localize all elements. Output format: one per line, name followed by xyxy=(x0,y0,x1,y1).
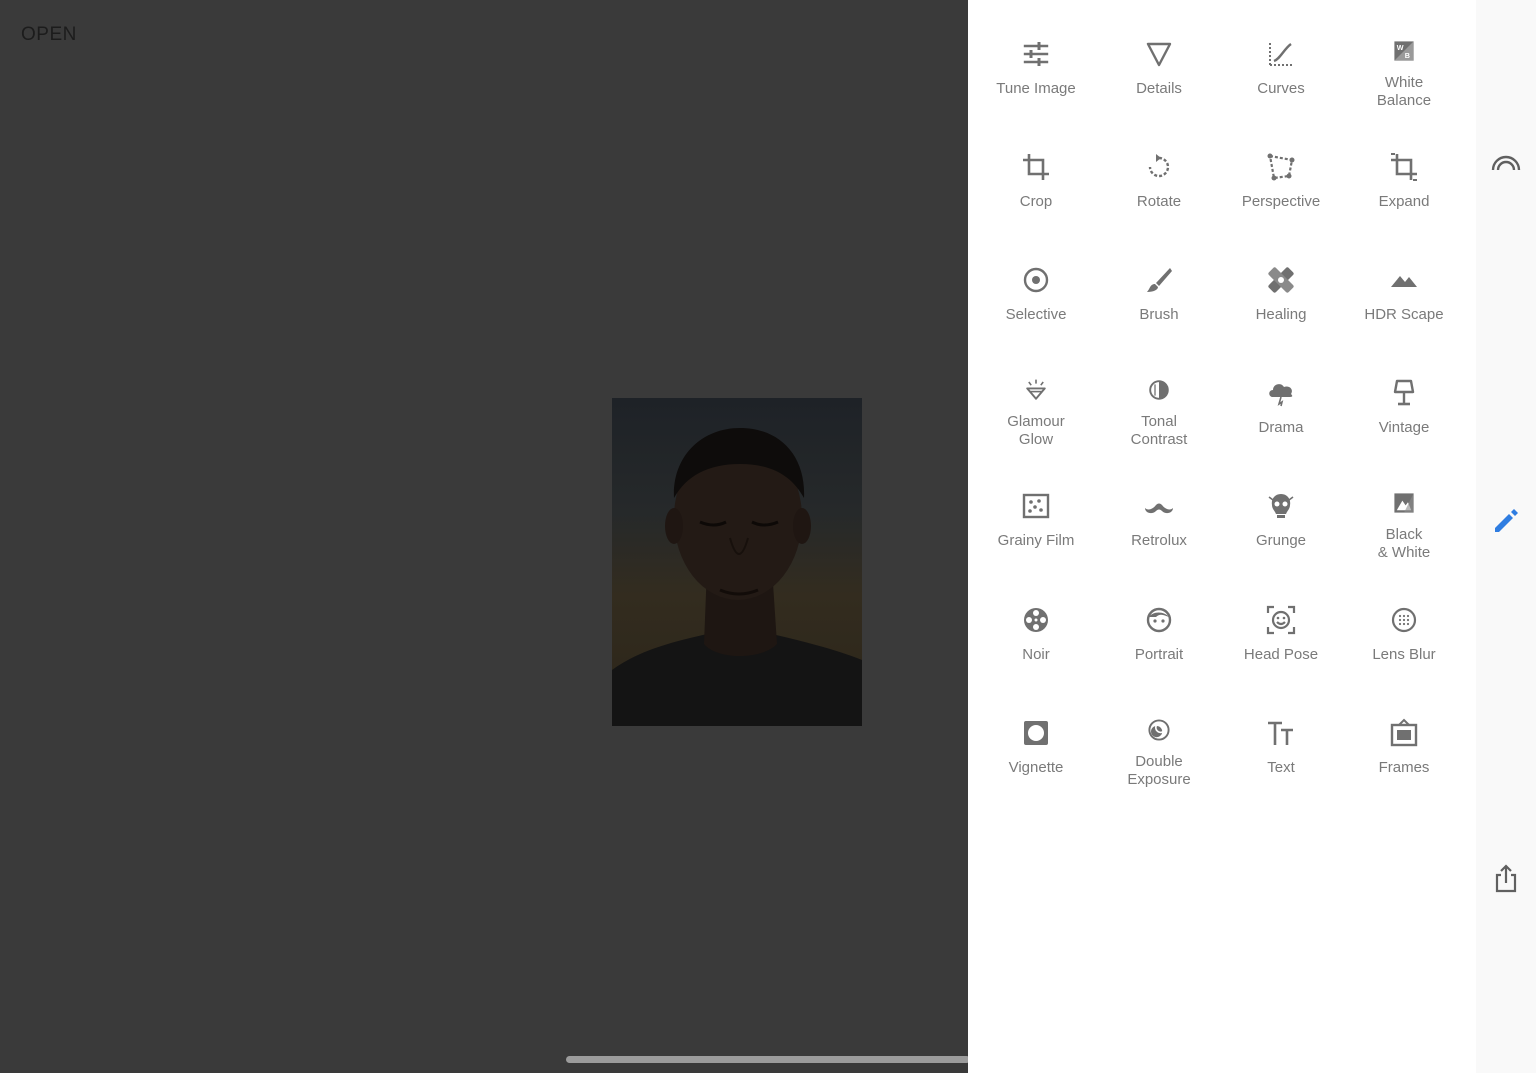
tool-label: Tune Image xyxy=(996,80,1076,97)
tool-selective[interactable]: Selective xyxy=(975,226,1097,336)
tool-label: White Balance xyxy=(1376,74,1432,109)
tool-label: Head Pose xyxy=(1243,646,1319,663)
tool-label: Grainy Film xyxy=(997,532,1075,549)
tool-label: Grunge xyxy=(1255,532,1307,549)
tool-retrolux[interactable]: Retrolux xyxy=(1098,452,1220,562)
portrait-photo-illustration xyxy=(612,398,862,726)
tool-hdr-scape[interactable]: HDR Scape xyxy=(1343,226,1465,336)
tool-frames[interactable]: Frames xyxy=(1343,679,1465,789)
portrait-icon xyxy=(1146,607,1172,633)
tool-label: Curves xyxy=(1257,80,1305,97)
tool-label: Text xyxy=(1267,759,1295,776)
healing-icon xyxy=(1268,267,1294,293)
tool-portrait[interactable]: Portrait xyxy=(1098,566,1220,676)
tool-label: Vignette xyxy=(1008,759,1064,776)
tool-tonal-contrast[interactable]: Tonal Contrast xyxy=(1098,339,1220,449)
tool-label: Perspective xyxy=(1241,193,1321,210)
text-icon xyxy=(1268,721,1293,745)
edited-photo xyxy=(612,398,862,726)
tool-head-pose[interactable]: Head Pose xyxy=(1220,566,1342,676)
double-exposure-icon xyxy=(1148,719,1170,741)
tool-vintage[interactable]: Vintage xyxy=(1343,339,1465,449)
tool-text[interactable]: Text xyxy=(1220,679,1342,789)
vignette-icon xyxy=(1024,721,1048,745)
tune-image-icon xyxy=(1023,42,1049,66)
tool-perspective[interactable]: Perspective xyxy=(1220,113,1342,223)
tool-label: Drama xyxy=(1258,419,1304,436)
noir-icon xyxy=(1024,608,1048,632)
selective-icon xyxy=(1023,267,1049,293)
canvas-area: OPEN xyxy=(0,0,968,1073)
tool-crop[interactable]: Crop xyxy=(975,113,1097,223)
pencil-icon[interactable] xyxy=(1491,506,1521,536)
tool-details[interactable]: Details xyxy=(1098,0,1220,110)
retrolux-icon xyxy=(1145,503,1173,514)
tool-expand[interactable]: Expand xyxy=(1343,113,1465,223)
tool-label: Double Exposure xyxy=(1127,753,1191,788)
lens-blur-icon xyxy=(1391,607,1417,633)
tool-label: Crop xyxy=(1019,193,1053,210)
brush-icon xyxy=(1147,268,1172,292)
tool-rotate[interactable]: Rotate xyxy=(1098,113,1220,223)
looks-icon[interactable] xyxy=(1491,148,1521,178)
tool-label: Rotate xyxy=(1136,193,1182,210)
tool-white-balance[interactable]: W B White Balance xyxy=(1343,0,1465,110)
rotate-icon xyxy=(1148,154,1170,178)
perspective-icon xyxy=(1267,153,1295,181)
tool-label: Vintage xyxy=(1378,419,1430,436)
tonal-contrast-icon xyxy=(1149,380,1169,400)
side-rail xyxy=(1476,0,1536,1073)
tool-label: Tonal Contrast xyxy=(1130,413,1188,448)
open-button[interactable]: OPEN xyxy=(21,24,77,46)
tool-grainy-film[interactable]: Grainy Film xyxy=(975,452,1097,562)
details-icon xyxy=(1146,42,1172,67)
curves-icon xyxy=(1269,43,1292,66)
tool-curves[interactable]: Curves xyxy=(1220,0,1342,110)
tool-tune-image[interactable]: Tune Image xyxy=(975,0,1097,110)
tool-label: Glamour Glow xyxy=(1007,413,1065,448)
svg-text:W: W xyxy=(1397,43,1404,52)
tool-label: Retrolux xyxy=(1131,532,1187,549)
expand-icon xyxy=(1391,153,1417,181)
hdr-scape-icon xyxy=(1391,276,1417,287)
tool-label: Brush xyxy=(1139,306,1179,323)
tool-label: Noir xyxy=(1022,646,1050,663)
tool-brush[interactable]: Brush xyxy=(1098,226,1220,336)
white-balance-icon: W B xyxy=(1394,41,1414,61)
tool-label: Lens Blur xyxy=(1372,646,1436,663)
frames-icon xyxy=(1390,718,1418,747)
svg-text:B: B xyxy=(1405,51,1410,60)
tool-label: HDR Scape xyxy=(1364,306,1444,323)
share-icon[interactable] xyxy=(1491,864,1521,894)
tool-label: Black & White xyxy=(1377,526,1431,561)
tool-grunge[interactable]: Grunge xyxy=(1220,452,1342,562)
tool-black-white[interactable]: Black & White xyxy=(1343,452,1465,562)
crop-icon xyxy=(1023,154,1049,180)
tool-drama[interactable]: Drama xyxy=(1220,339,1342,449)
black-white-icon xyxy=(1394,493,1414,513)
tool-label: Healing xyxy=(1255,306,1307,323)
tool-lens-blur[interactable]: Lens Blur xyxy=(1343,566,1465,676)
head-pose-icon xyxy=(1266,605,1296,635)
tool-noir[interactable]: Noir xyxy=(975,566,1097,676)
tool-label: Details xyxy=(1136,80,1182,97)
tools-panel: Tune Image Details Curves W B White Bala… xyxy=(968,0,1476,1073)
tool-glamour-glow[interactable]: Glamour Glow xyxy=(975,339,1097,449)
grainy-film-icon xyxy=(1022,493,1050,519)
tool-label: Expand xyxy=(1378,193,1430,210)
tool-label: Portrait xyxy=(1134,646,1184,663)
glamour-glow-icon xyxy=(1026,379,1046,400)
grunge-icon xyxy=(1268,494,1294,518)
tool-label: Selective xyxy=(1005,306,1067,323)
vintage-icon xyxy=(1393,379,1415,406)
home-indicator[interactable] xyxy=(566,1056,970,1063)
tool-healing[interactable]: Healing xyxy=(1220,226,1342,336)
tool-vignette[interactable]: Vignette xyxy=(975,679,1097,789)
tool-label: Frames xyxy=(1378,759,1430,776)
tool-double-exposure[interactable]: Double Exposure xyxy=(1098,679,1220,789)
drama-icon xyxy=(1269,384,1293,407)
